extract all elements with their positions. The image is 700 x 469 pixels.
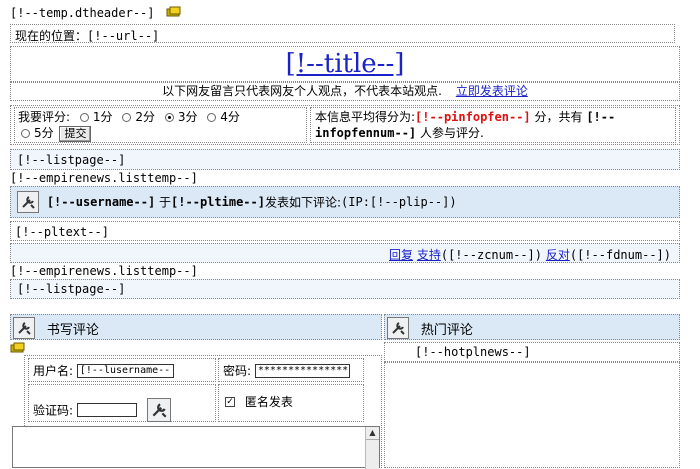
avg-value: [!--pinfopfen--] xyxy=(415,110,531,124)
dtheader-row: [!--temp.dtheader--] xyxy=(10,6,182,21)
rating-option-4[interactable]: 4分 xyxy=(201,110,240,124)
rating-option-1[interactable]: 1分 xyxy=(74,110,113,124)
password-input[interactable]: *************** xyxy=(254,363,350,378)
hot-comments-area xyxy=(384,362,680,468)
comment-now-link[interactable]: 立即发表评论 xyxy=(456,84,528,98)
comment-textarea[interactable]: ▲ xyxy=(12,426,380,469)
comment-time: [!--pltime--] xyxy=(171,195,265,209)
avg-mid: 分，共有 xyxy=(534,110,583,124)
captcha-input[interactable] xyxy=(76,403,137,417)
avg-prefix: 本信息平均得分为: xyxy=(315,110,416,124)
listpage-top: [!--listpage--] xyxy=(10,149,680,170)
dtheader-tag: [!--temp.dtheader--] xyxy=(10,6,155,20)
wrench-icon xyxy=(13,317,35,339)
rating-option-3[interactable]: 3分 xyxy=(159,110,197,124)
username-input[interactable]: [!--lusername-- xyxy=(76,363,174,378)
radio-icon[interactable] xyxy=(21,129,30,138)
comment-at: 于 xyxy=(159,195,172,210)
anonymous-cell: ✓ 匿名发表 xyxy=(218,384,364,422)
listtemp-close: [!--empirenews.listtemp--] xyxy=(10,264,198,278)
comment-said: 发表如下评论: xyxy=(264,195,342,210)
comment-actions: 回复 支持([!--zcnum--]) 反对([!--fdnum--]) xyxy=(10,243,680,263)
hot-comments-header: 热门评论 xyxy=(384,314,680,340)
comment-header: [!--username--] 于[!--pltime--]发表如下评论:(IP… xyxy=(10,186,680,218)
listpage-bottom: [!--listpage--] xyxy=(10,279,680,299)
write-comment-title: 书写评论 xyxy=(46,322,99,338)
rating-label: 我要评分: xyxy=(18,110,71,124)
title-box: [!--title--] xyxy=(10,46,680,82)
radio-icon[interactable] xyxy=(79,113,89,122)
wrench-icon xyxy=(17,191,39,213)
hot-comments-title: 热门评论 xyxy=(420,322,473,338)
oppose-link[interactable]: 反对 xyxy=(546,248,570,262)
oppose-count: ([!--fdnum--]) xyxy=(569,248,671,262)
support-link[interactable]: 支持 xyxy=(417,248,441,262)
disclaimer-text: 以下网友留言只代表网友个人观点，不代表本站观点. xyxy=(162,84,442,98)
scroll-up-arrow-icon[interactable]: ▲ xyxy=(366,427,379,440)
write-comment-header: 书写评论 xyxy=(10,314,382,340)
listtemp-open: [!--empirenews.listtemp--] xyxy=(10,171,198,185)
disclaimer-row: 以下网友留言只代表网友个人观点，不代表本站观点. 立即发表评论 xyxy=(10,82,680,101)
comment-ip: (IP:[!--plip--]) xyxy=(341,195,457,209)
radio-selected-icon[interactable] xyxy=(164,113,174,122)
header-image-icon xyxy=(166,6,182,21)
rating-option-2[interactable]: 2分 xyxy=(116,110,155,124)
breadcrumb: 现在的位置：[!--url--] xyxy=(10,24,675,43)
hot-comments-list: [!--hotplnews--] xyxy=(384,342,680,362)
textarea-scrollbar[interactable]: ▲ xyxy=(365,427,379,469)
username-label: 用户名: xyxy=(33,364,74,378)
captcha-label: 验证码: xyxy=(33,403,74,418)
radio-icon[interactable] xyxy=(122,113,132,122)
anonymous-label: 匿名发表 xyxy=(244,395,293,409)
comment-username: [!--username--] xyxy=(46,195,156,209)
anonymous-checkbox[interactable]: ✓ xyxy=(225,396,235,407)
page-title[interactable]: [!--title--] xyxy=(286,49,405,79)
reply-link[interactable]: 回复 xyxy=(389,248,413,262)
comment-text: [!--pltext--] xyxy=(10,221,680,241)
captcha-cell: 验证码: xyxy=(28,384,216,422)
support-count: ([!--zcnum--]) xyxy=(440,248,542,262)
password-cell: 密码: *************** xyxy=(218,358,364,382)
captcha-image-icon[interactable] xyxy=(146,398,171,422)
rating-option-5[interactable]: 5分 xyxy=(18,126,54,140)
username-cell: 用户名: [!--lusername-- xyxy=(28,358,216,382)
position-label: 现在的位置： xyxy=(15,29,88,43)
radio-icon[interactable] xyxy=(207,113,217,122)
url-placeholder: [!--url--] xyxy=(87,29,160,43)
rating-form: 我要评分: 1分 2分 3分 4分 5分 提交 xyxy=(14,107,307,143)
password-label: 密码: xyxy=(223,364,252,378)
wrench-icon xyxy=(387,317,409,339)
rating-submit-button[interactable]: 提交 xyxy=(59,126,92,142)
count-suffix: 人参与评分. xyxy=(419,126,484,140)
rating-average: 本信息平均得分为:[!--pinfopfen--] 分，共有 [!--infop… xyxy=(310,107,676,143)
